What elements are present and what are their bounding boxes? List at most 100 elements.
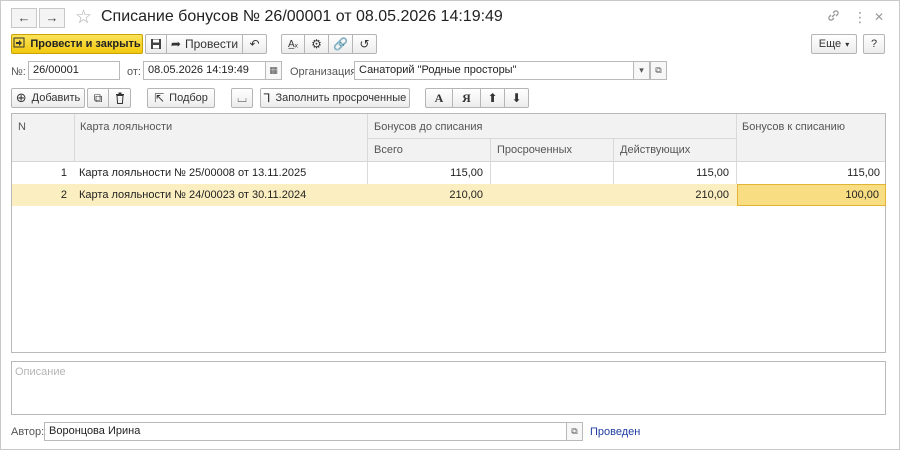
plus-circle-icon: ⊕ [15, 90, 27, 105]
post-and-close-label: Провести и закрыть [30, 38, 141, 50]
favorite-star-icon[interactable]: ☆ [75, 6, 92, 29]
row-actions-group: ⧉ [87, 88, 131, 108]
cell-n: 1 [60, 167, 67, 179]
cell-write-off[interactable]: 115,00 [737, 162, 880, 184]
save-button[interactable] [145, 34, 167, 54]
sort-desc-icon: Я [462, 90, 471, 105]
history-button[interactable]: ↺ [353, 34, 377, 54]
column-overdue-header[interactable]: Просроченных [497, 144, 572, 156]
trash-icon [115, 92, 124, 104]
description-field[interactable]: Описание [11, 361, 886, 415]
chain-link-icon: 🔗 [333, 37, 348, 51]
links-button[interactable]: 🔗 [329, 34, 353, 54]
cell-active: 115,00 [696, 167, 729, 179]
cell-total: 210,00 [449, 189, 483, 201]
bonus-table: N Карта лояльности Бонусов до списания В… [11, 113, 886, 353]
undo-post-button[interactable]: ↶ [243, 34, 267, 54]
structure-button[interactable]: ⚙ [305, 34, 329, 54]
column-card-header[interactable]: Карта лояльности [80, 121, 172, 133]
column-write-off-header[interactable]: Бонусов к списанию [742, 121, 845, 133]
chevron-down-icon: ▾ [845, 39, 850, 49]
cursor-icon: ⇱ [154, 91, 165, 105]
fill-icon: ⌴ [237, 90, 247, 105]
fill-button[interactable]: ⌴ [231, 88, 253, 108]
cell-total: 115,00 [450, 167, 483, 179]
back-button[interactable]: ← [11, 8, 37, 28]
table-row[interactable]: 2 Карта лояльности № 24/00023 от 30.11.2… [12, 184, 886, 206]
arrow-left-icon: ← [17, 10, 31, 25]
calendar-button[interactable]: ▦ [265, 61, 282, 80]
add-label: Добавить [31, 92, 81, 104]
post-close-icon [13, 37, 25, 51]
number-label: №: [11, 66, 26, 78]
bracket-icon: ⅂ [263, 91, 271, 105]
more-label: Еще [818, 38, 842, 50]
tools-group: A̲ₓ ⚙ 🔗 ↺ [281, 34, 377, 54]
column-active-header[interactable]: Действующих [620, 144, 690, 156]
history-icon: ↺ [359, 37, 370, 51]
spelling-button[interactable]: A̲ₓ [281, 34, 305, 54]
open-window-icon: ⧉ [571, 426, 578, 436]
cell-write-off-editing[interactable]: 100,00 [737, 184, 886, 206]
date-field[interactable]: 08.05.2026 14:19:49 [143, 61, 266, 80]
select-button[interactable]: ⇱ Подбор [147, 88, 215, 108]
sort-asc-button[interactable]: А [425, 88, 453, 108]
organization-label: Организация: [290, 66, 360, 78]
chevron-down-icon: ▾ [639, 65, 644, 75]
posted-status-link[interactable]: Проведен [590, 426, 640, 438]
open-window-icon: ⧉ [655, 65, 662, 75]
post-arrow-icon: ➦ [170, 37, 181, 51]
sort-desc-button[interactable]: Я [453, 88, 481, 108]
document-window: ← → ☆ Списание бонусов № 26/00001 от 08.… [0, 0, 900, 450]
cell-overdue [491, 184, 606, 206]
move-down-button[interactable]: ⬇ [505, 88, 529, 108]
table-row[interactable]: 1 Карта лояльности № 25/00008 от 13.11.2… [12, 162, 885, 184]
cell-card[interactable]: Карта лояльности № 24/00023 от 30.11.202… [79, 184, 364, 206]
fill-overdue-label: Заполнить просроченные [275, 92, 407, 104]
cell-overdue [491, 162, 606, 184]
select-label: Подбор [169, 92, 208, 104]
cell-n: 2 [60, 189, 67, 201]
post-label: Провести [184, 37, 239, 51]
link-icon[interactable] [827, 9, 840, 25]
hierarchy-icon: ⚙ [311, 37, 322, 51]
add-row-button[interactable]: ⊕ Добавить [11, 88, 85, 108]
close-icon[interactable]: ✕ [874, 10, 884, 24]
copy-row-button[interactable]: ⧉ [87, 88, 109, 108]
arrow-up-icon: ⬆ [487, 91, 498, 105]
author-label: Автор: [11, 426, 45, 438]
organization-dropdown-button[interactable]: ▾ [633, 61, 650, 80]
number-field[interactable]: 26/00001 [28, 61, 120, 80]
window-title: Списание бонусов № 26/00001 от 08.05.202… [101, 8, 503, 25]
arrow-right-icon: → [45, 10, 59, 25]
date-label: от: [127, 66, 141, 78]
organization-field[interactable]: Санаторий "Родные просторы" [354, 61, 634, 80]
delete-row-button[interactable] [109, 88, 131, 108]
move-up-button[interactable]: ⬆ [481, 88, 505, 108]
description-placeholder: Описание [15, 366, 66, 378]
cell-active: 210,00 [695, 189, 729, 201]
calendar-icon: ▦ [269, 65, 278, 75]
arrow-down-icon: ⬇ [511, 91, 522, 105]
column-n-header[interactable]: N [18, 121, 26, 133]
column-group-before-header: Бонусов до списания [374, 121, 483, 133]
sort-group: А Я ⬆ ⬇ [425, 88, 529, 108]
column-total-header[interactable]: Всего [374, 144, 403, 156]
author-field[interactable]: Воронцова Ирина [44, 422, 567, 441]
undo-icon: ↶ [249, 37, 260, 51]
post-and-close-button[interactable]: Провести и закрыть [11, 34, 143, 54]
author-open-button[interactable]: ⧉ [566, 422, 583, 441]
forward-button[interactable]: → [39, 8, 65, 28]
organization-open-button[interactable]: ⧉ [650, 61, 667, 80]
more-vertical-icon[interactable]: ⋮ [853, 9, 867, 26]
more-button[interactable]: Еще ▾ [811, 34, 857, 54]
fill-overdue-button[interactable]: ⅂ Заполнить просроченные [260, 88, 410, 108]
sort-asc-icon: А [434, 90, 444, 105]
help-label: ? [870, 38, 878, 50]
cell-card[interactable]: Карта лояльности № 25/00008 от 13.11.202… [79, 162, 364, 184]
save-icon [151, 39, 161, 49]
post-button[interactable]: ➦ Провести [167, 34, 243, 54]
spellcheck-icon: A̲ₓ [288, 38, 298, 50]
copy-icon: ⧉ [93, 90, 103, 105]
help-button[interactable]: ? [863, 34, 885, 54]
